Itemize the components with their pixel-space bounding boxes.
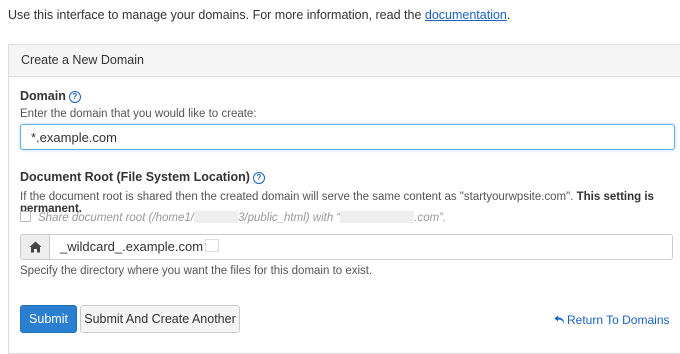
- share-document-root-row[interactable]: Share document root (/home1/3/public_htm…: [20, 211, 446, 224]
- intro-text: Use this interface to manage your domain…: [8, 8, 510, 22]
- share-label-part-3: .com”.: [414, 212, 447, 224]
- submit-button[interactable]: Submit: [20, 305, 77, 333]
- domain-hint: Enter the domain that you would like to …: [20, 108, 257, 120]
- domain-input[interactable]: [20, 124, 675, 150]
- redacted-username: [193, 211, 238, 223]
- submit-and-create-another-button[interactable]: Submit And Create Another: [80, 305, 240, 333]
- return-to-domains-label: Return To Domains: [567, 313, 670, 327]
- share-label-part-2: 3/public_html) with “: [237, 212, 341, 224]
- document-root-value: _wildcard_.example.com: [60, 239, 204, 254]
- return-arrow-icon: [554, 315, 565, 324]
- document-root-input-group: _wildcard_.example.com: [20, 234, 673, 260]
- panel-title: Create a New Domain: [9, 45, 680, 77]
- question-circle-icon[interactable]: ?: [68, 91, 81, 103]
- domain-label: Domain: [20, 89, 66, 103]
- domain-label-row: Domain?: [20, 89, 81, 103]
- intro-message: Use this interface to manage your domain…: [8, 8, 425, 22]
- document-root-hint-text: If the document root is shared then the …: [20, 191, 577, 203]
- redacted-domain: [340, 211, 415, 223]
- text-cursor-box: [205, 239, 220, 252]
- share-document-root-checkbox[interactable]: [20, 211, 31, 222]
- documentation-link[interactable]: documentation: [425, 8, 507, 22]
- home-icon: [20, 234, 50, 260]
- return-to-domains-link[interactable]: Return To Domains: [554, 313, 670, 327]
- share-label-part-1: Share document root (/home1/: [38, 212, 194, 224]
- document-root-help-text: Specify the directory where you want the…: [20, 265, 373, 277]
- document-root-input[interactable]: _wildcard_.example.com: [49, 234, 673, 260]
- document-root-label: Document Root (File System Location): [20, 170, 250, 184]
- question-circle-icon[interactable]: ?: [252, 172, 265, 184]
- document-root-label-row: Document Root (File System Location)?: [20, 170, 265, 184]
- intro-suffix: .: [506, 8, 511, 22]
